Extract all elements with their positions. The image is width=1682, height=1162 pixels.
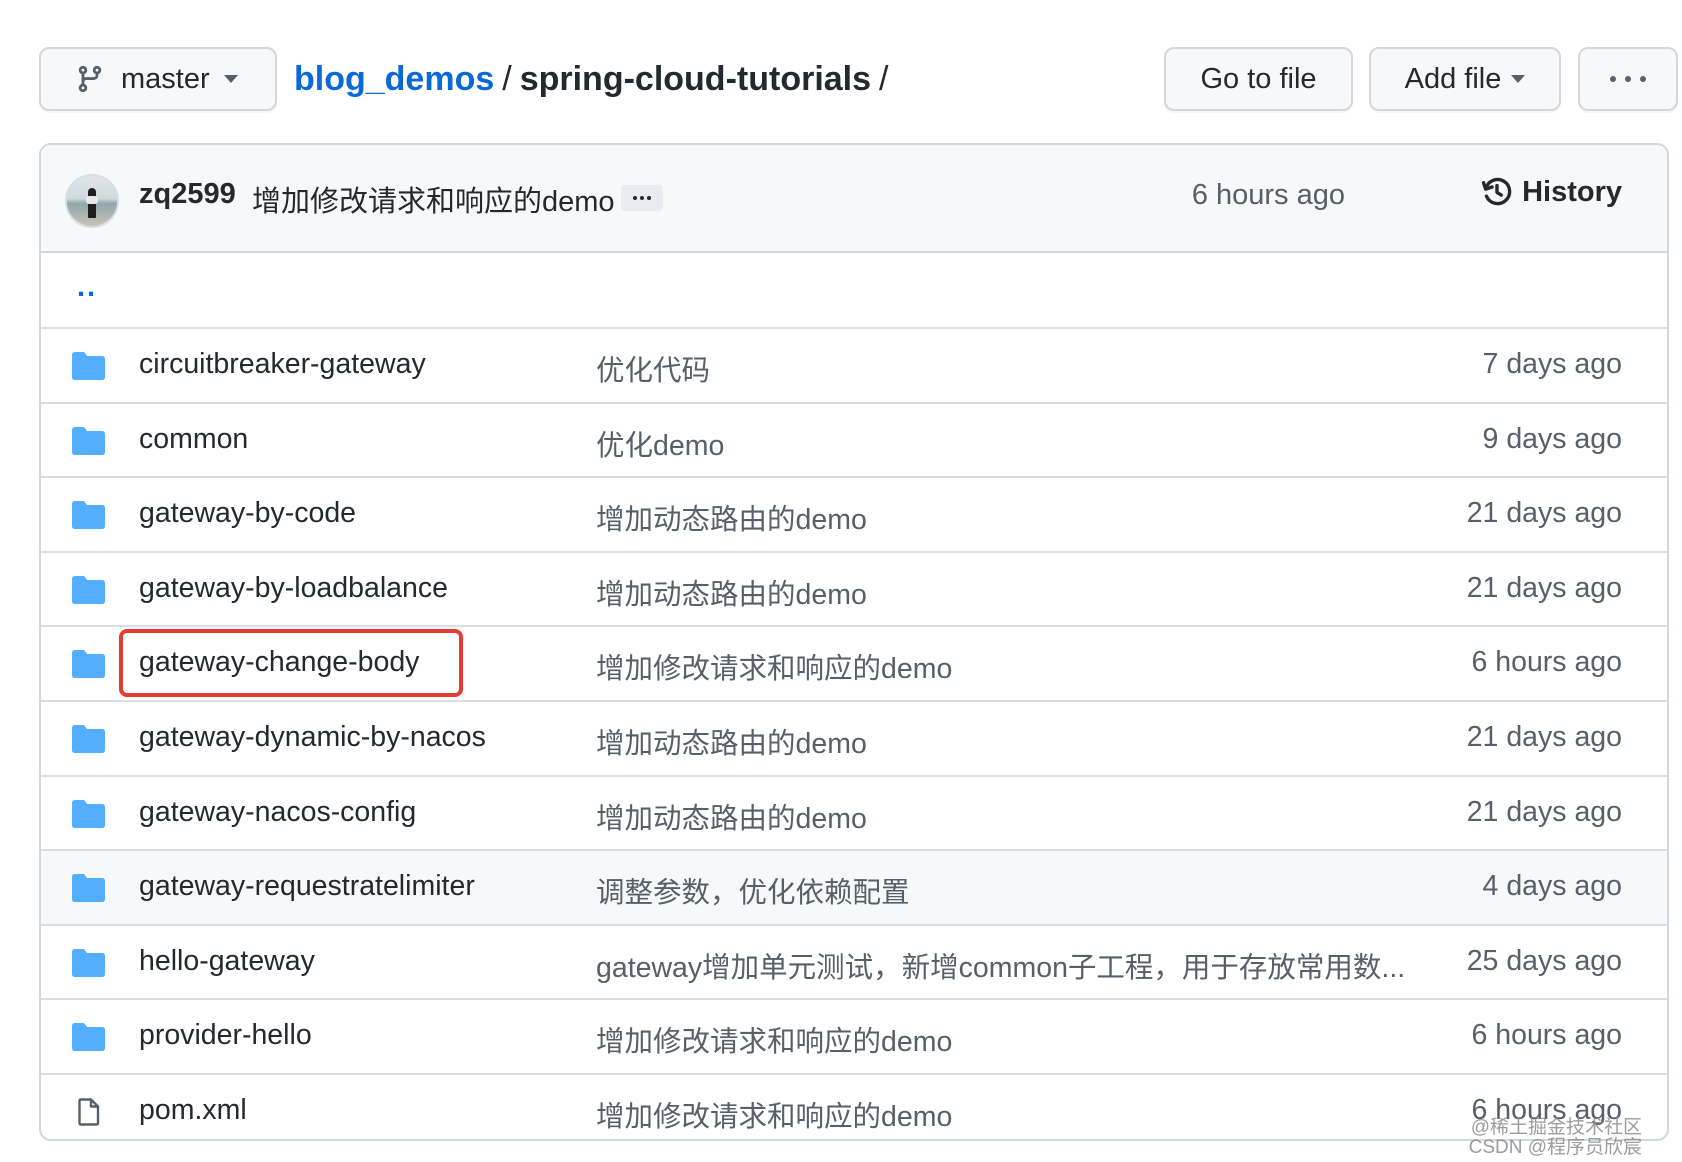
file-listing: zq2599 增加修改请求和响应的demo 6 hours ago Histor… xyxy=(39,143,1669,1141)
file-name-link[interactable]: gateway-nacos-config xyxy=(139,796,416,829)
commit-time[interactable]: 6 hours ago xyxy=(1192,179,1345,212)
folder-icon xyxy=(72,352,105,380)
commit-message-link[interactable]: 增加动态路由的demo xyxy=(596,796,867,837)
commit-message-link[interactable]: 调整参数，优化依赖配置 xyxy=(596,870,910,911)
file-name-link[interactable]: gateway-by-code xyxy=(139,497,356,530)
file-name-link[interactable]: gateway-by-loadbalance xyxy=(139,572,448,605)
file-name-link[interactable]: hello-gateway xyxy=(139,945,315,978)
go-to-file-label: Go to file xyxy=(1200,62,1317,95)
commit-message-link[interactable]: 增加修改请求和响应的demo xyxy=(596,646,952,687)
commit-message-link[interactable]: 增加动态路由的demo xyxy=(596,721,867,762)
commit-message-link[interactable]: 优化demo xyxy=(596,423,724,464)
file-name-link[interactable]: provider-hello xyxy=(139,1019,312,1052)
commit-age: 21 days ago xyxy=(1466,571,1622,604)
breadcrumb-separator: / xyxy=(502,60,512,98)
folder-icon xyxy=(72,501,105,530)
breadcrumb-current-dir: spring-cloud-tutorials xyxy=(519,60,872,98)
commit-age: 21 days ago xyxy=(1466,795,1622,828)
commit-age: 7 days ago xyxy=(1482,348,1622,380)
history-link[interactable]: History xyxy=(1480,175,1622,209)
more-options-button[interactable] xyxy=(1578,47,1678,111)
file-name-link[interactable]: gateway-change-body xyxy=(139,646,419,679)
folder-icon xyxy=(72,874,105,903)
file-name-link[interactable]: gateway-requestratelimiter xyxy=(139,870,475,903)
commit-message-link[interactable]: gateway增加单元测试，新增common子工程，用于存放常用数... xyxy=(596,945,1405,986)
file-icon xyxy=(72,1098,105,1126)
file-row[interactable]: provider-hello 增加修改请求和响应的demo 6 hours ago xyxy=(41,1000,1667,1075)
file-row[interactable]: hello-gateway gateway增加单元测试，新增common子工程，用… xyxy=(41,926,1667,1001)
commit-message[interactable]: 增加修改请求和响应的demo xyxy=(252,178,615,220)
watermark-line-1: @稀土掘金技术社区 xyxy=(1470,1117,1642,1138)
breadcrumb-trailing-separator: / xyxy=(879,60,889,98)
file-row[interactable]: common 优化demo 9 days ago xyxy=(41,404,1667,479)
commit-author[interactable]: zq2599 xyxy=(139,178,236,211)
file-row[interactable]: gateway-dynamic-by-nacos 增加动态路由的demo 21 da… xyxy=(41,702,1667,777)
parent-directory-link[interactable]: .. xyxy=(77,271,97,304)
latest-commit-header: zq2599 增加修改请求和响应的demo 6 hours ago Histor… xyxy=(41,145,1667,253)
commit-age: 21 days ago xyxy=(1466,721,1622,753)
ellipsis-icon xyxy=(633,196,651,200)
git-branch-icon xyxy=(78,65,102,93)
commit-age: 21 days ago xyxy=(1466,497,1622,530)
avatar[interactable] xyxy=(65,174,119,228)
commit-message-link[interactable]: 优化代码 xyxy=(596,348,710,389)
commit-age: 25 days ago xyxy=(1466,944,1622,977)
file-row[interactable]: pom.xml 增加修改请求和响应的demo 6 hours ago xyxy=(41,1075,1667,1139)
folder-icon xyxy=(72,799,105,828)
folder-icon xyxy=(72,426,105,455)
caret-down-icon xyxy=(223,75,238,83)
folder-icon xyxy=(72,725,105,753)
commit-message-link[interactable]: 增加修改请求和响应的demo xyxy=(596,1094,952,1135)
branch-name: master xyxy=(121,62,210,95)
commit-expand-button[interactable] xyxy=(621,185,663,211)
history-label: History xyxy=(1522,175,1622,208)
watermark: @稀土掘金技术社区 CSDN @程序员欣宸 xyxy=(1469,1118,1642,1158)
kebab-horizontal-icon xyxy=(1610,76,1646,82)
commit-age: 6 hours ago xyxy=(1471,1019,1622,1052)
file-name-link[interactable]: circuitbreaker-gateway xyxy=(139,348,426,381)
folder-icon xyxy=(72,650,105,679)
commit-message-link[interactable]: 增加修改请求和响应的demo xyxy=(596,1019,952,1060)
file-row[interactable]: gateway-change-body 增加修改请求和响应的demo 6 hours… xyxy=(41,627,1667,702)
go-to-file-button[interactable]: Go to file xyxy=(1164,47,1353,111)
add-file-label: Add file xyxy=(1404,62,1502,95)
file-row[interactable]: gateway-by-code 增加动态路由的demo 21 days ago xyxy=(41,478,1667,553)
file-row[interactable]: gateway-requestratelimiter 调整参数，优化依赖配置 4 d… xyxy=(41,851,1667,926)
add-file-button[interactable]: Add file xyxy=(1369,47,1561,111)
parent-directory-row[interactable]: .. xyxy=(41,251,1667,329)
folder-icon xyxy=(72,1023,105,1052)
file-name-link[interactable]: common xyxy=(139,423,248,456)
file-name-link[interactable]: gateway-dynamic-by-nacos xyxy=(139,721,486,754)
folder-icon xyxy=(72,575,105,604)
file-name-link[interactable]: pom.xml xyxy=(139,1094,247,1127)
folder-icon xyxy=(72,948,105,977)
history-icon xyxy=(1481,177,1512,206)
commit-age: 6 hours ago xyxy=(1471,646,1622,679)
breadcrumb-repo-link[interactable]: blog_demos xyxy=(294,60,494,98)
file-row[interactable]: circuitbreaker-gateway 优化代码 7 days ago xyxy=(41,329,1667,404)
branch-selector-button[interactable]: master xyxy=(39,47,277,111)
commit-message-link[interactable]: 增加动态路由的demo xyxy=(596,572,867,613)
watermark-line-2: CSDN @程序员欣宸 xyxy=(1468,1137,1642,1158)
commit-message-link[interactable]: 增加动态路由的demo xyxy=(596,497,867,538)
commit-age: 4 days ago xyxy=(1482,870,1622,903)
file-row[interactable]: gateway-nacos-config 增加动态路由的demo 21 days a… xyxy=(41,777,1667,852)
file-row[interactable]: gateway-by-loadbalance 增加动态路由的demo 21 days… xyxy=(41,553,1667,628)
caret-down-icon xyxy=(1511,75,1526,83)
commit-age: 9 days ago xyxy=(1482,422,1622,455)
breadcrumb: blog_demos / spring-cloud-tutorials / xyxy=(294,56,896,102)
